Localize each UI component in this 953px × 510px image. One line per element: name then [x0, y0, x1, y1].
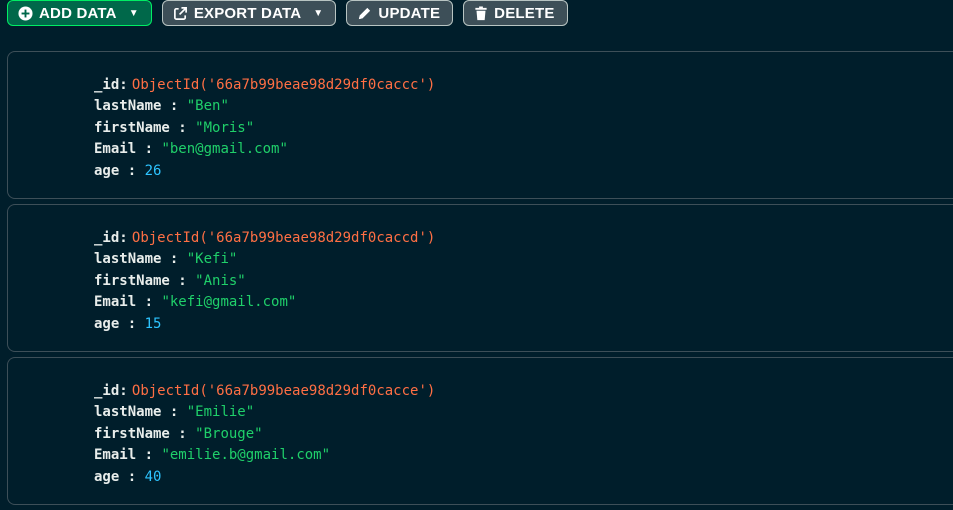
field-value: "emilie.b@gmail.com": [161, 447, 331, 464]
field-value: "Ben": [186, 98, 229, 115]
delete-label: DELETE: [494, 4, 555, 22]
update-button[interactable]: UPDATE: [346, 0, 454, 26]
field-value: ObjectId('66a7b99beae98d29df0caccc'): [131, 76, 436, 93]
field-lastname: lastName : "Kefi": [94, 251, 238, 268]
field-firstname: firstName : "Moris": [94, 119, 255, 136]
field-lastname: lastName : "Ben": [94, 98, 229, 115]
caret-down-icon: ▼: [313, 7, 324, 19]
field-value: "ben@gmail.com": [161, 141, 288, 158]
field-firstname: firstName : "Brouge": [94, 425, 263, 442]
export-data-button[interactable]: EXPORT DATA ▼: [161, 0, 337, 26]
document-card[interactable]: _id: ObjectId('66a7b99beae98d29df0caccd'…: [7, 204, 953, 352]
field-id: _id: ObjectId('66a7b99beae98d29df0caccc'…: [94, 74, 435, 96]
document-card[interactable]: _id: ObjectId('66a7b99beae98d29df0cacce'…: [7, 357, 953, 505]
field-value: 40: [144, 468, 162, 485]
field-key: lastName: [94, 404, 162, 421]
field-value: "Anis": [195, 272, 246, 289]
field-lastname: lastName : "Emilie": [94, 404, 255, 421]
document-fields: _id: ObjectId('66a7b99beae98d29df0cacce'…: [94, 380, 435, 488]
field-key: lastName: [94, 98, 162, 115]
document-list: _id: ObjectId('66a7b99beae98d29df0caccc'…: [7, 51, 953, 510]
field-key: Email: [94, 294, 137, 311]
field-value: "Kefi": [186, 251, 238, 268]
plus-circle-icon: [18, 5, 33, 21]
field-key: firstName: [94, 425, 170, 442]
pencil-icon: [357, 6, 372, 21]
field-value: 15: [144, 315, 162, 332]
export-data-label: EXPORT DATA: [193, 4, 302, 22]
field-value: ObjectId('66a7b99beae98d29df0cacce'): [131, 382, 436, 399]
document-fields: _id: ObjectId('66a7b99beae98d29df0caccc'…: [94, 74, 435, 182]
field-value: "kefi@gmail.com": [161, 294, 297, 311]
field-age: age : 15: [94, 315, 162, 332]
add-data-label: ADD DATA: [39, 4, 117, 22]
add-data-button[interactable]: ADD DATA ▼: [7, 0, 152, 26]
field-key: _id:: [94, 382, 128, 399]
export-icon: [173, 6, 188, 21]
field-key: _id:: [94, 76, 128, 93]
caret-down-icon: ▼: [128, 7, 139, 19]
field-value: ObjectId('66a7b99beae98d29df0caccd'): [131, 229, 436, 246]
toolbar: ADD DATA ▼ EXPORT DATA ▼ UPDATE DELETE: [7, 0, 568, 27]
field-key: Email: [94, 447, 137, 464]
field-id: _id: ObjectId('66a7b99beae98d29df0caccd'…: [94, 227, 435, 249]
field-key: firstName: [94, 119, 170, 136]
field-value: "Emilie": [186, 404, 255, 421]
field-key: age: [94, 468, 120, 485]
field-key: age: [94, 162, 120, 179]
document-card[interactable]: _id: ObjectId('66a7b99beae98d29df0caccc'…: [7, 51, 953, 199]
field-id: _id: ObjectId('66a7b99beae98d29df0cacce'…: [94, 380, 435, 402]
update-label: UPDATE: [378, 4, 441, 22]
field-key: lastName: [94, 251, 162, 268]
field-value: "Brouge": [195, 425, 263, 442]
field-email: Email : "emilie.b@gmail.com": [94, 447, 331, 464]
trash-icon: [474, 5, 488, 21]
field-key: age: [94, 315, 120, 332]
field-email: Email : "kefi@gmail.com": [94, 294, 297, 311]
field-key: Email: [94, 141, 137, 158]
field-firstname: firstName : "Anis": [94, 272, 246, 289]
field-key: _id:: [94, 229, 128, 246]
field-value: 26: [144, 162, 162, 179]
field-age: age : 40: [94, 468, 162, 485]
field-key: firstName: [94, 272, 170, 289]
field-value: "Moris": [195, 119, 255, 136]
field-age: age : 26: [94, 162, 162, 179]
delete-button[interactable]: DELETE: [463, 0, 568, 26]
field-email: Email : "ben@gmail.com": [94, 141, 288, 158]
document-fields: _id: ObjectId('66a7b99beae98d29df0caccd'…: [94, 227, 435, 335]
